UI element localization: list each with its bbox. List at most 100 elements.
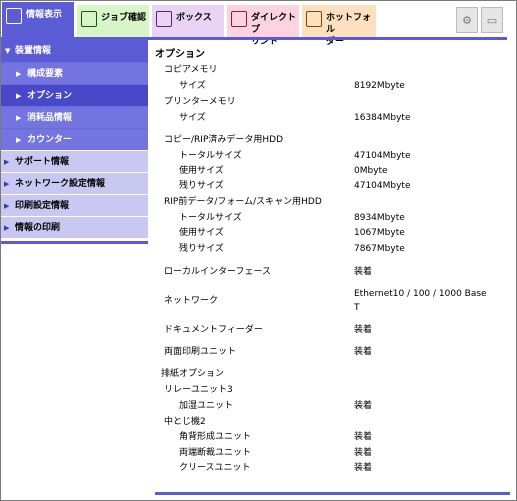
sidebar-item-counter[interactable]: ▶ カウンター — [1, 128, 148, 150]
printer-memory-heading-row: プリンターメモリ — [155, 95, 510, 109]
triangle-right-icon: ▶ — [4, 158, 10, 166]
tab-label: ジョブ確認 — [101, 13, 147, 23]
sidebar-item-components[interactable]: ▶ 構成要素 — [1, 62, 148, 84]
network-value-line1-row: Ethernet10 / 100 / 1000 Base — [155, 287, 510, 301]
field-label: 角背形成ユニット — [179, 432, 252, 442]
trimmer-unit-row: 両端断裁ユニット 装着 — [155, 446, 510, 460]
job-check-icon — [81, 11, 97, 27]
field-value: 16384Mbyte — [354, 113, 411, 123]
section-label: リレーユニット3 — [164, 385, 233, 395]
doc-feeder-row: ドキュメントフィーダー 装着 — [155, 323, 510, 337]
field-value: 装着 — [354, 401, 373, 411]
field-label: 使用サイズ — [179, 166, 224, 176]
tab-label-line1: ホットフォル — [326, 13, 372, 35]
field-value: 47104Mbyte — [354, 181, 411, 191]
triangle-right-icon: ▶ — [16, 92, 22, 100]
sidebar-item-print-settings[interactable]: ▶ 印刷設定情報 — [1, 194, 148, 216]
sidebar-item-info-print[interactable]: ▶ 情報の印刷 — [1, 216, 148, 238]
field-value: 装着 — [354, 432, 373, 442]
sidebar-item-label: 消耗品情報 — [27, 113, 73, 123]
field-label: サイズ — [179, 81, 206, 91]
sidebar: ▼ 装置情報 ▶ 構成要素 ▶ オプション ▶ 消耗品情報 ▶ カウンター ▶ … — [1, 40, 148, 244]
sidebar-item-consumables[interactable]: ▶ 消耗品情報 — [1, 106, 148, 128]
output-options-row: 排紙オプション — [155, 367, 510, 381]
sidebar-item-label: 装置情報 — [15, 46, 52, 56]
field-value: 47104Mbyte — [354, 151, 411, 161]
relay-unit-row: リレーユニット3 — [155, 383, 510, 397]
sidebar-bottom-line — [1, 241, 148, 244]
triangle-right-icon: ▶ — [4, 202, 10, 210]
tab-label: ホットフォル ダー — [326, 9, 376, 48]
section-label: コピアメモリ — [164, 65, 218, 75]
field-value: 装着 — [354, 347, 373, 357]
page-title: オプション — [155, 49, 205, 60]
field-label: サイズ — [179, 113, 206, 123]
field-label: 残りサイズ — [179, 244, 224, 254]
finisher-row: 中とじ機2 — [155, 415, 510, 429]
printer-memory-size-row: サイズ 16384Mbyte — [155, 111, 510, 125]
field-label: 両面印刷ユニット — [164, 347, 237, 357]
device-icon[interactable]: ⚙ — [456, 7, 478, 33]
sidebar-item-label: 構成要素 — [27, 69, 64, 79]
triangle-right-icon: ▶ — [4, 180, 10, 188]
tab-direct-print[interactable]: ダイレクトプ リント — [227, 5, 299, 47]
field-value: T — [354, 303, 360, 313]
field-value: 1067Mbyte — [354, 228, 405, 238]
sidebar-item-label: 情報の印刷 — [15, 223, 61, 233]
field-label: 両端断裁ユニット — [179, 448, 252, 458]
field-label: トータルサイズ — [179, 151, 242, 161]
field-label: 使用サイズ — [179, 228, 224, 238]
hdd1-used-row: 使用サイズ 0Mbyte — [155, 164, 510, 178]
hdd2-used-row: 使用サイズ 1067Mbyte — [155, 226, 510, 240]
copy-memory-heading-row: コピアメモリ — [155, 63, 510, 77]
triangle-down-icon: ▼ — [5, 47, 11, 55]
network-value-line2-row: T — [155, 301, 510, 315]
triangle-right-icon: ▶ — [16, 136, 22, 144]
field-value: 0Mbyte — [354, 166, 388, 176]
triangle-right-icon: ▶ — [16, 114, 22, 122]
field-value: 7867Mbyte — [354, 244, 405, 254]
section-label: 排紙オプション — [161, 369, 225, 379]
content-bottom-line — [155, 492, 510, 495]
sidebar-item-label: サポート情報 — [15, 157, 70, 167]
sidebar-item-label: カウンター — [27, 135, 73, 145]
crease-unit-row: クリースユニット 装着 — [155, 461, 510, 475]
sidebar-item-support[interactable]: ▶ サポート情報 — [1, 150, 148, 172]
corner-unit-row: 角背形成ユニット 装着 — [155, 430, 510, 444]
field-label: ローカルインターフェース — [164, 267, 272, 277]
triangle-right-icon: ▶ — [4, 224, 10, 232]
hdd2-total-row: トータルサイズ 8934Mbyte — [155, 211, 510, 225]
hdd1-remain-row: 残りサイズ 47104Mbyte — [155, 179, 510, 193]
sidebar-item-network[interactable]: ▶ ネットワーク設定情報 — [1, 172, 148, 194]
info-display-icon — [6, 8, 22, 24]
tab-info-display[interactable]: 情報表示 — [2, 2, 74, 38]
tab-box[interactable]: ボックス — [152, 5, 224, 38]
hdd1-heading-row: コピー/RIP済みデータ用HDD — [155, 133, 510, 147]
field-value: 装着 — [354, 463, 373, 473]
hot-folder-icon — [306, 11, 322, 27]
local-interface-row: ローカルインターフェース 装着 — [155, 265, 510, 279]
field-label: クリースユニット — [179, 463, 251, 473]
box-icon — [156, 11, 172, 27]
direct-print-icon — [231, 11, 247, 27]
field-value: 装着 — [354, 267, 373, 277]
humidifier-row: 加湿ユニット 装着 — [155, 399, 510, 413]
tab-label: ダイレクトプ リント — [251, 9, 299, 48]
tab-job-check[interactable]: ジョブ確認 — [77, 5, 149, 38]
sidebar-item-label: 印刷設定情報 — [15, 201, 70, 211]
tab-label: 情報表示 — [26, 10, 63, 20]
section-label: 中とじ機2 — [164, 417, 206, 427]
sidebar-item-device-info[interactable]: ▼ 装置情報 — [1, 40, 148, 62]
display-icon[interactable]: ▭ — [481, 7, 503, 33]
field-value: Ethernet10 / 100 / 1000 Base — [354, 289, 487, 299]
copy-memory-size-row: サイズ 8192Mbyte — [155, 79, 510, 93]
tab-label: ボックス — [176, 13, 212, 23]
section-label: RIP前データ/フォーム/スキャン用HDD — [164, 197, 322, 207]
field-value: 装着 — [354, 325, 373, 335]
field-value: 8934Mbyte — [354, 213, 405, 223]
tab-hot-folder[interactable]: ホットフォル ダー — [302, 5, 376, 47]
hdd1-total-row: トータルサイズ 47104Mbyte — [155, 149, 510, 163]
field-value: 8192Mbyte — [354, 81, 405, 91]
field-label: 加湿ユニット — [179, 401, 234, 411]
sidebar-item-options[interactable]: ▶ オプション — [1, 84, 148, 106]
